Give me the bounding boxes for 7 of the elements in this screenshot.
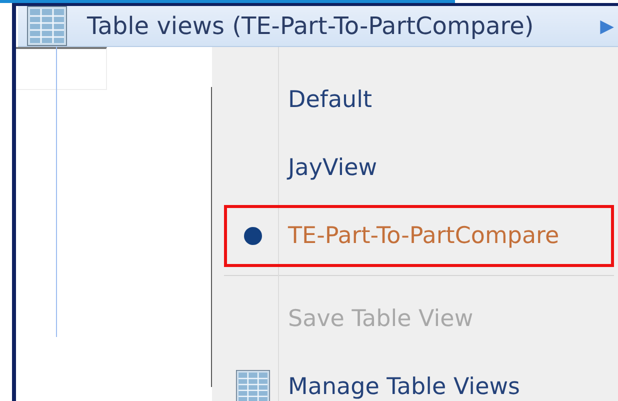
menu-item[interactable]: Default — [224, 69, 614, 131]
table-icon — [27, 6, 67, 46]
menu-item[interactable]: JayView — [224, 137, 614, 199]
radio-dot-icon — [244, 227, 262, 245]
submenu-header[interactable]: Table views (TE-Part-To-PartCompare) ▶ — [18, 6, 618, 47]
menu-item[interactable]: Manage Table Views — [224, 356, 614, 401]
menu-item: Save Table View — [287, 305, 474, 334]
